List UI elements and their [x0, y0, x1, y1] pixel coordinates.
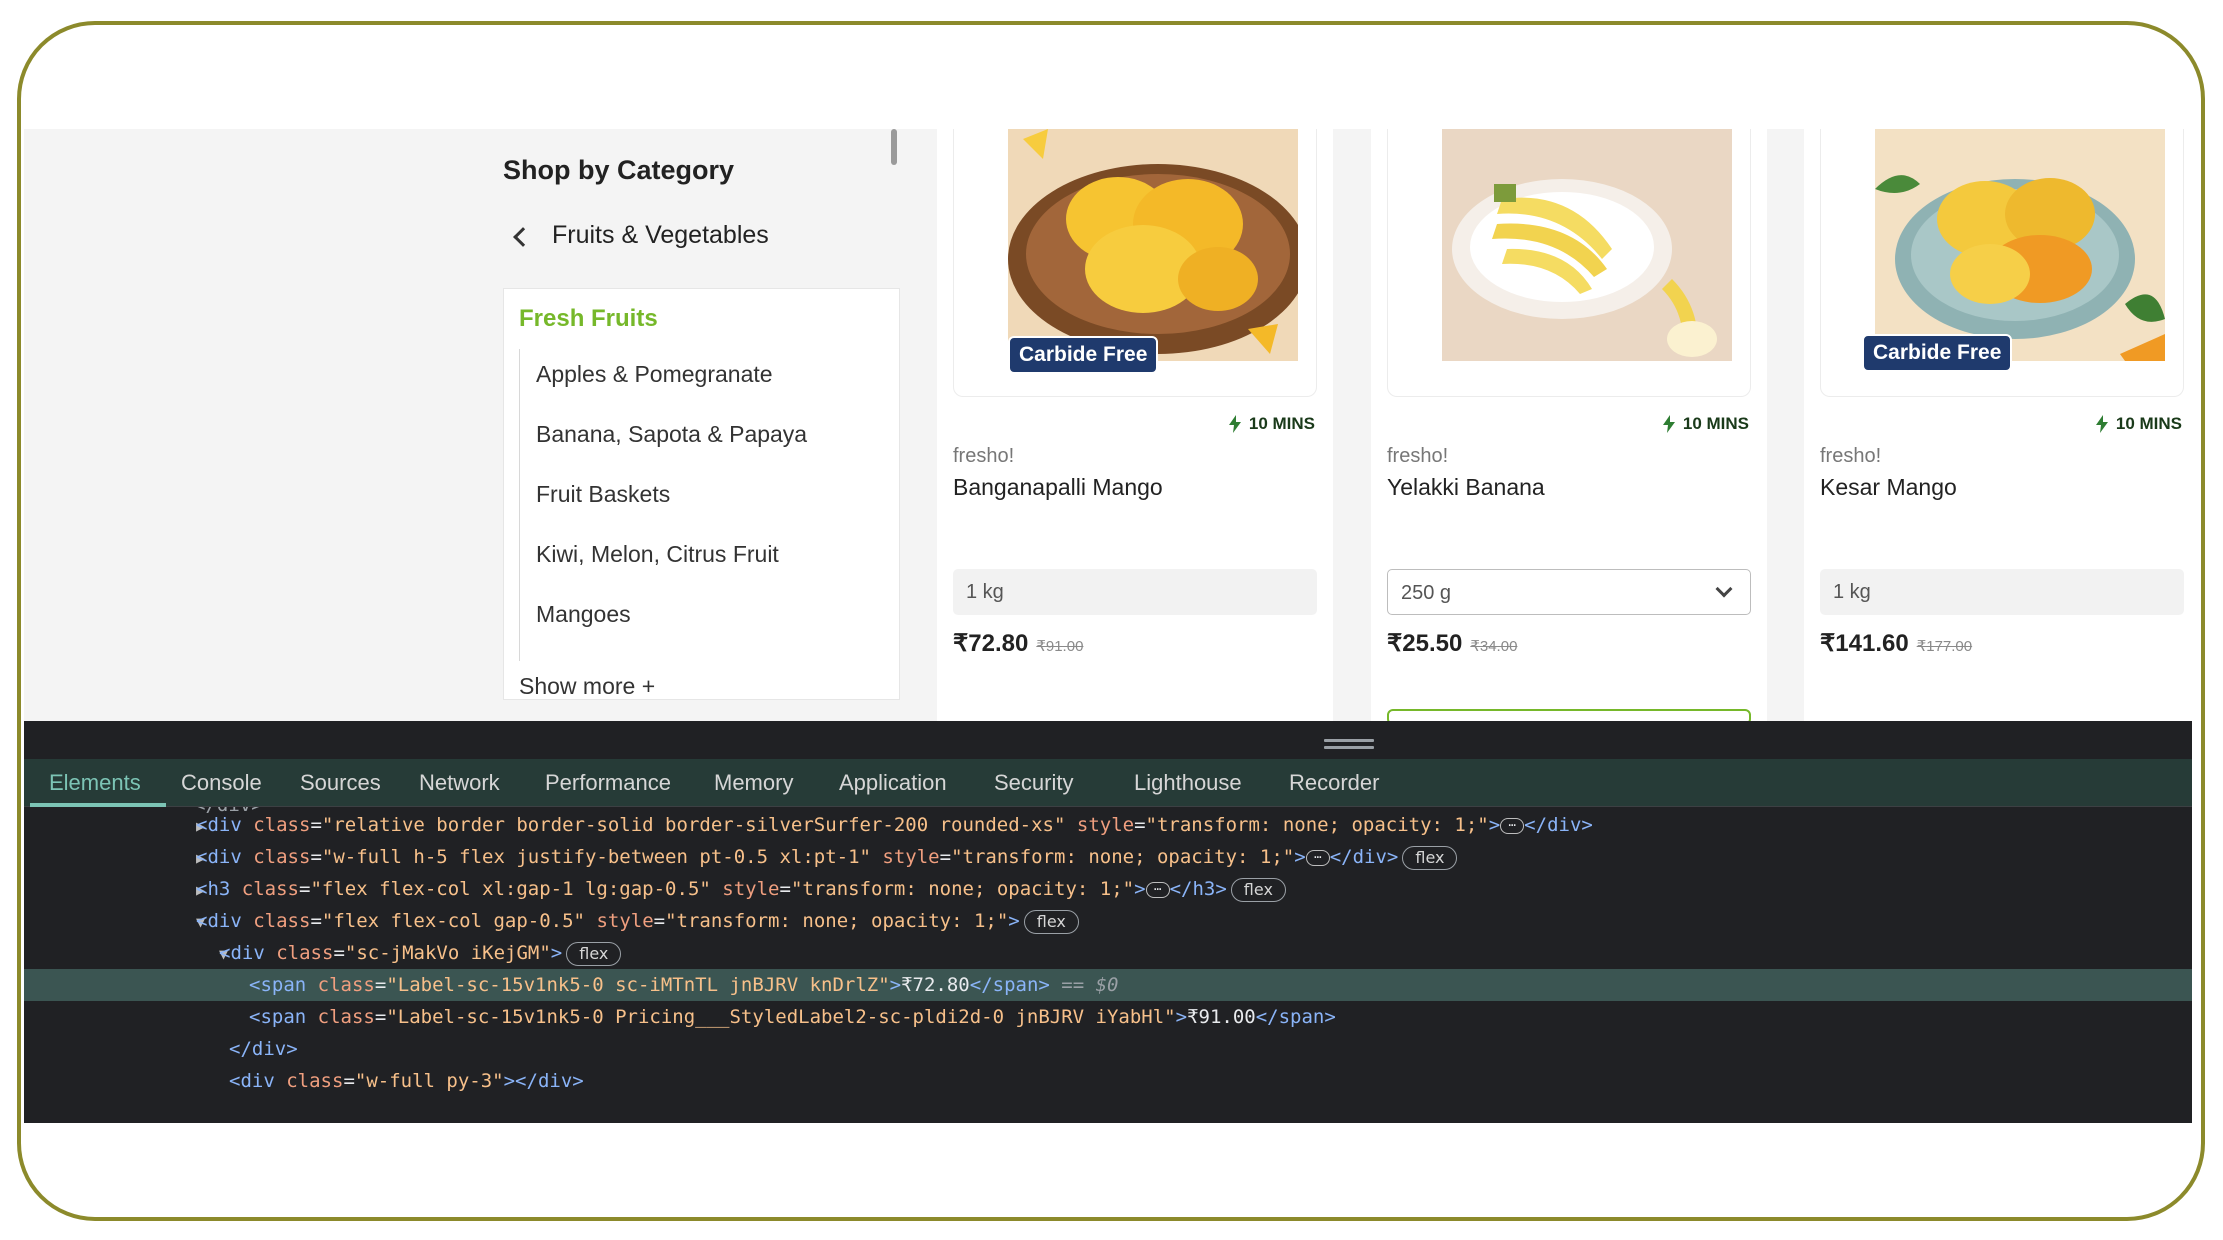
bolt-icon [1662, 415, 1675, 433]
tab-application[interactable]: Application [839, 759, 947, 807]
eta-label: 10 MINS [2115, 414, 2182, 433]
category-panel: Fresh Fruits Apples & Pomegranate Banana… [503, 288, 900, 700]
dom-node-line[interactable]: ▼<div class="flex flex-col gap-0.5" styl… [24, 905, 2192, 937]
product-name[interactable]: Yelakki Banana [1387, 474, 1545, 501]
show-more-link[interactable]: Show more + [519, 673, 655, 700]
dom-tree: </div> ▶<div class="relative border bord… [24, 807, 2192, 1123]
mrp-price: ₹91.00 [1036, 638, 1084, 655]
subcategory-item[interactable]: Fruit Baskets [536, 481, 670, 508]
quantity-label: 1 kg [953, 569, 1317, 615]
bolt-icon [2095, 415, 2108, 433]
subcategory-list: Apples & Pomegranate Banana, Sapota & Pa… [519, 349, 879, 661]
flex-badge[interactable]: flex [566, 941, 622, 966]
dom-node-line[interactable]: ▶<h3 class="flex flex-col xl:gap-1 lg:ga… [24, 873, 2192, 905]
dom-node-line[interactable]: <div class="w-full py-3"></div> [24, 1065, 2192, 1097]
dom-node-line-selected[interactable]: <span class="Label-sc-15v1nk5-0 sc-iMTnT… [24, 969, 2192, 1001]
dom-node-line[interactable]: </div> [24, 1033, 2192, 1065]
dom-node-line[interactable]: ▶<div class="w-full h-5 flex justify-bet… [24, 841, 2192, 873]
bolt-icon [1228, 415, 1241, 433]
back-to-category-link[interactable]: Fruits & Vegetables [513, 221, 769, 250]
product-brand: fresho! [1387, 445, 1449, 467]
tab-recorder[interactable]: Recorder [1289, 759, 1379, 807]
expand-arrow-icon[interactable]: ▶ [24, 810, 205, 842]
delivery-eta: 10 MINS [2095, 414, 2182, 434]
product-name[interactable]: Kesar Mango [1820, 474, 1957, 501]
product-image-mango [1875, 129, 2165, 361]
carbide-free-badge: Carbide Free [1862, 334, 2013, 372]
sidebar-scrollbar[interactable] [891, 129, 897, 165]
quantity-label: 1 kg [1820, 569, 2184, 615]
product-brand: fresho! [953, 445, 1015, 467]
flex-badge[interactable]: flex [1402, 845, 1458, 870]
eta-label: 10 MINS [1682, 414, 1749, 433]
delivery-eta: 10 MINS [1662, 414, 1749, 434]
product-image-frame[interactable] [1387, 129, 1751, 397]
subcategory-item[interactable]: Mangoes [536, 601, 631, 628]
product-name[interactable]: Banganapalli Mango [953, 474, 1163, 501]
tab-network[interactable]: Network [419, 759, 500, 807]
product-image-mango [1008, 129, 1298, 361]
chevron-left-icon [513, 226, 533, 247]
ellipsis-icon[interactable]: ⋯ [1500, 817, 1525, 834]
dom-node-line[interactable]: <span class="Label-sc-15v1nk5-0 Pricing_… [24, 1001, 2192, 1033]
back-label: Fruits & Vegetables [552, 221, 769, 249]
collapse-arrow-icon[interactable]: ▼ [24, 938, 228, 970]
flex-badge[interactable]: flex [1230, 877, 1286, 902]
dom-node-line[interactable]: ▼<div class="sc-jMakVo iKejGM"> flex [24, 937, 2192, 969]
product-brand: fresho! [1820, 445, 1882, 467]
expand-arrow-icon[interactable]: ▶ [24, 842, 205, 874]
tab-performance[interactable]: Performance [545, 759, 671, 807]
quantity-select[interactable]: 250 g [1387, 569, 1751, 615]
carbide-free-badge: Carbide Free [1008, 336, 1159, 374]
dom-node-line[interactable]: ▶<div class="relative border border-soli… [24, 809, 2192, 841]
product-image-banana [1442, 129, 1732, 361]
devtools-panel: Elements Console Sources Network Perform… [24, 721, 2192, 1123]
expand-arrow-icon[interactable]: ▶ [24, 874, 205, 906]
ellipsis-icon[interactable]: ⋯ [1305, 849, 1330, 866]
collapse-arrow-icon[interactable]: ▼ [24, 906, 205, 938]
mrp-price: ₹177.00 [1916, 638, 1973, 655]
price-row: ₹141.60 ₹177.00 [1820, 629, 1972, 658]
tab-memory[interactable]: Memory [714, 759, 793, 807]
price-row: ₹25.50 ₹34.00 [1387, 629, 1517, 658]
product-image-frame[interactable]: Carbide Free [1820, 129, 2184, 397]
ellipsis-icon[interactable]: ⋯ [1145, 881, 1170, 898]
add-to-basket-button[interactable] [1387, 709, 1751, 721]
devtools-resize-handle[interactable] [1324, 739, 1374, 749]
delivery-eta: 10 MINS [1228, 414, 1315, 434]
device-frame: Shop by Category Fruits & Vegetables Fre… [17, 21, 2205, 1221]
screen: Shop by Category Fruits & Vegetables Fre… [24, 129, 2192, 1123]
tab-sources[interactable]: Sources [300, 759, 381, 807]
sale-price: ₹72.80 [953, 630, 1029, 657]
price-row: ₹72.80 ₹91.00 [953, 629, 1083, 658]
quantity-selected-value: 250 g [1401, 582, 1452, 604]
product-card[interactable]: 10 MINS fresho! Yelakki Banana 250 g ₹25… [1371, 129, 1767, 721]
eta-label: 10 MINS [1248, 414, 1315, 433]
sale-price: ₹141.60 [1820, 630, 1909, 657]
sale-price: ₹25.50 [1387, 630, 1463, 657]
web-page: Shop by Category Fruits & Vegetables Fre… [24, 129, 2192, 721]
product-card[interactable]: Carbide Free 10 MINS fresho! Banganapall… [937, 129, 1333, 721]
product-card[interactable]: Carbide Free 10 MINS fresho! Kesar Mango… [1804, 129, 2192, 721]
subcategory-item[interactable]: Kiwi, Melon, Citrus Fruit [536, 541, 779, 568]
subcategory-item[interactable]: Apples & Pomegranate [536, 361, 773, 388]
mrp-price: ₹34.00 [1470, 638, 1518, 655]
product-image-frame[interactable]: Carbide Free [953, 129, 1317, 397]
chevron-down-icon [1715, 580, 1733, 598]
flex-badge[interactable]: flex [1023, 909, 1079, 934]
tab-console[interactable]: Console [181, 759, 262, 807]
devtools-tabbar: Elements Console Sources Network Perform… [24, 759, 2192, 807]
subcategory-item[interactable]: Banana, Sapota & Papaya [536, 421, 807, 448]
tab-elements[interactable]: Elements [49, 759, 141, 807]
category-fresh-fruits[interactable]: Fresh Fruits [519, 305, 658, 333]
tab-lighthouse[interactable]: Lighthouse [1134, 759, 1242, 807]
sidebar-title: Shop by Category [503, 155, 735, 185]
tab-security[interactable]: Security [994, 759, 1073, 807]
